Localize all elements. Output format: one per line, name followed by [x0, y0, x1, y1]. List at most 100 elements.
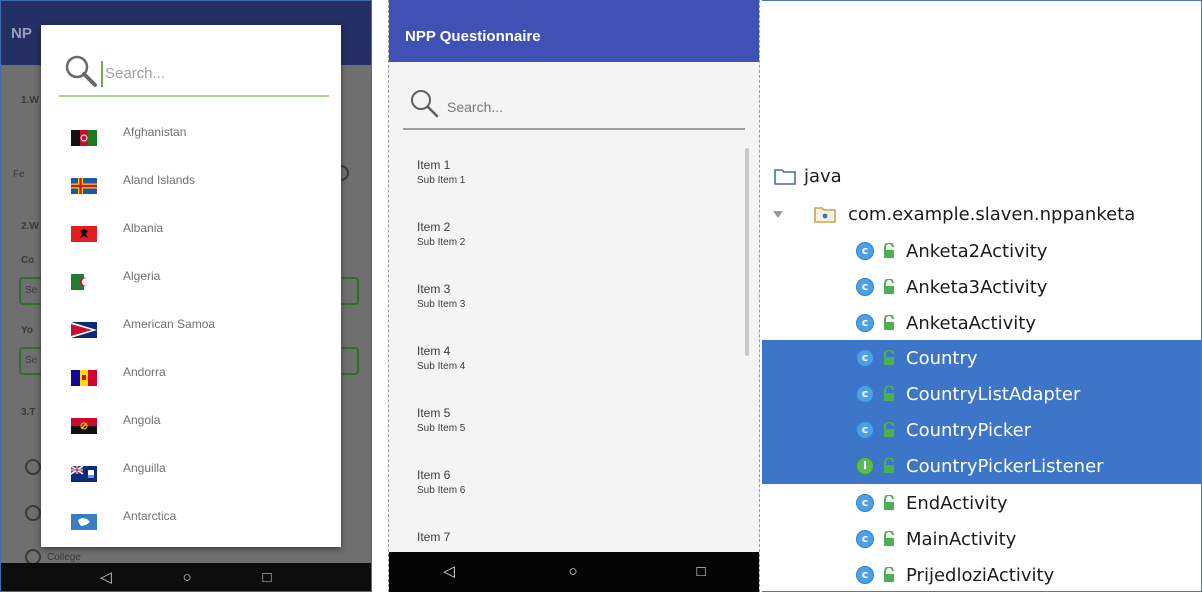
interface-icon: I: [856, 457, 874, 475]
class-icon: c: [856, 278, 874, 296]
list-item[interactable]: Item 5 Sub Item 5: [417, 406, 717, 446]
lock-icon: [884, 386, 894, 401]
app-title: NPP Questionnaire: [405, 28, 541, 45]
background-field-text: Se: [25, 285, 38, 296]
american-samoa-flag-icon: [71, 322, 97, 338]
anguilla-flag-icon: [71, 466, 97, 482]
tree-node-label: MainActivity: [906, 529, 1017, 550]
chevron-down-icon[interactable]: [772, 208, 784, 220]
list-item-title: Item 6: [417, 468, 451, 482]
afghanistan-flag-icon: [71, 130, 97, 146]
country-item-algeria[interactable]: Algeria: [41, 261, 341, 307]
country-name: Albania: [123, 221, 164, 235]
tree-node-class[interactable]: c EndActivity: [762, 485, 1201, 521]
country-item-albania[interactable]: Albania: [41, 213, 341, 259]
country-search-bar: [59, 49, 329, 97]
list-item-subtitle: Sub Item 1: [417, 175, 466, 186]
country-search-input[interactable]: [105, 61, 305, 85]
country-name: Afghanistan: [123, 125, 187, 139]
background-option-label: Fe: [13, 169, 25, 180]
app-bar: NPP Questionnaire: [389, 0, 759, 62]
country-name: Anguilla: [123, 461, 166, 475]
list-item[interactable]: Item 1 Sub Item 1: [417, 158, 717, 198]
list-item-subtitle: Sub Item 3: [417, 299, 466, 310]
home-icon[interactable]: ○: [179, 570, 195, 586]
class-icon: c: [856, 242, 874, 260]
search-icon: [65, 55, 97, 87]
recents-icon[interactable]: □: [259, 570, 275, 586]
tree-node-class[interactable]: c MainActivity: [762, 521, 1201, 557]
tree-node-class[interactable]: c Country: [762, 340, 1201, 376]
lock-icon: [884, 315, 894, 330]
country-item-afghanistan[interactable]: Afghanistan: [41, 117, 341, 163]
class-icon: c: [856, 385, 874, 403]
class-icon: c: [856, 349, 874, 367]
aland-islands-flag-icon: [71, 178, 97, 194]
tree-node-class[interactable]: c AnketaActivity: [762, 305, 1201, 341]
class-icon: c: [856, 314, 874, 332]
lock-icon: [884, 243, 894, 258]
tree-node-class[interactable]: c CountryPicker: [762, 412, 1201, 448]
tree-node-class[interactable]: c CountryListAdapter: [762, 376, 1201, 412]
list-item[interactable]: Item 4 Sub Item 4: [417, 344, 717, 384]
algeria-flag-icon: [71, 274, 97, 290]
list-search-input[interactable]: [447, 96, 667, 118]
tree-node-class[interactable]: c PrijedloziActivity: [762, 557, 1201, 591]
country-name: Antarctica: [123, 509, 177, 523]
list-item[interactable]: Item 2 Sub Item 2: [417, 220, 717, 260]
lock-icon: [884, 422, 894, 437]
tree-node-label: AnketaActivity: [906, 313, 1036, 334]
list-item[interactable]: Item 6 Sub Item 6: [417, 468, 717, 508]
tree-node-package[interactable]: com.example.slaven.nppanketa: [762, 196, 1201, 232]
list-item-subtitle: Sub Item 2: [417, 237, 466, 248]
list-item-title: Item 4: [417, 344, 451, 358]
background-field-text: Se: [25, 355, 38, 366]
country-item-antarctica[interactable]: Antarctica: [41, 501, 341, 547]
recents-icon[interactable]: □: [693, 564, 709, 580]
country-item-aland-islands[interactable]: Aland Islands: [41, 165, 341, 211]
country-item-anguilla[interactable]: Anguilla: [41, 453, 341, 499]
country-item-american-samoa[interactable]: American Samoa: [41, 309, 341, 355]
background-app-title: NP: [11, 25, 32, 42]
country-name: Andorra: [123, 365, 166, 379]
home-icon[interactable]: ○: [565, 564, 581, 580]
tree-node-java[interactable]: java: [762, 158, 1201, 194]
country-item-andorra[interactable]: Andorra: [41, 357, 341, 403]
country-name: Algeria: [123, 269, 161, 283]
tree-node-label: EndActivity: [906, 493, 1008, 514]
questionnaire-screen: NPP Questionnaire Item 1 Sub Item 1 Item…: [388, 0, 760, 592]
lock-icon: [884, 531, 894, 546]
class-icon: c: [856, 530, 874, 548]
back-icon[interactable]: ◁: [98, 570, 114, 586]
list-item-subtitle: Sub Item 5: [417, 423, 466, 434]
country-item-angola[interactable]: Angola: [41, 405, 341, 451]
antarctica-flag-icon: [71, 514, 97, 530]
tree-node-label: CountryPicker: [906, 420, 1032, 441]
tree-node-label: PrijedloziActivity: [906, 565, 1055, 586]
tree-node-class[interactable]: c Anketa2Activity: [762, 233, 1201, 269]
background-question-label: 1.W: [21, 95, 39, 106]
android-nav-bar: ◁ ○ □: [389, 552, 759, 592]
list-item-subtitle: Sub Item 6: [417, 485, 466, 496]
background-field-label: Yo: [21, 325, 34, 336]
class-icon: c: [856, 494, 874, 512]
country-name: American Samoa: [123, 317, 216, 331]
back-icon[interactable]: ◁: [441, 564, 457, 580]
background-field-label: Co: [21, 255, 35, 266]
background-radio: [25, 505, 41, 521]
albania-flag-icon: [71, 226, 97, 242]
list-item[interactable]: Item 3 Sub Item 3: [417, 282, 717, 322]
tree-node-interface[interactable]: I CountryPickerListener: [762, 448, 1201, 484]
background-radio: [25, 459, 41, 475]
list-search-bar: [403, 82, 745, 130]
android-nav-bar: ◁ ○ □: [1, 563, 371, 591]
tree-node-label: Anketa2Activity: [906, 241, 1048, 262]
list-item-title: Item 1: [417, 158, 451, 172]
lock-icon: [884, 350, 894, 365]
class-icon: c: [856, 566, 874, 584]
tree-node-label: Anketa3Activity: [906, 277, 1048, 298]
tree-node-label: com.example.slaven.nppanketa: [848, 204, 1136, 225]
lock-icon: [884, 279, 894, 294]
tree-node-class[interactable]: c Anketa3Activity: [762, 269, 1201, 305]
list-scrollbar[interactable]: [745, 148, 749, 356]
